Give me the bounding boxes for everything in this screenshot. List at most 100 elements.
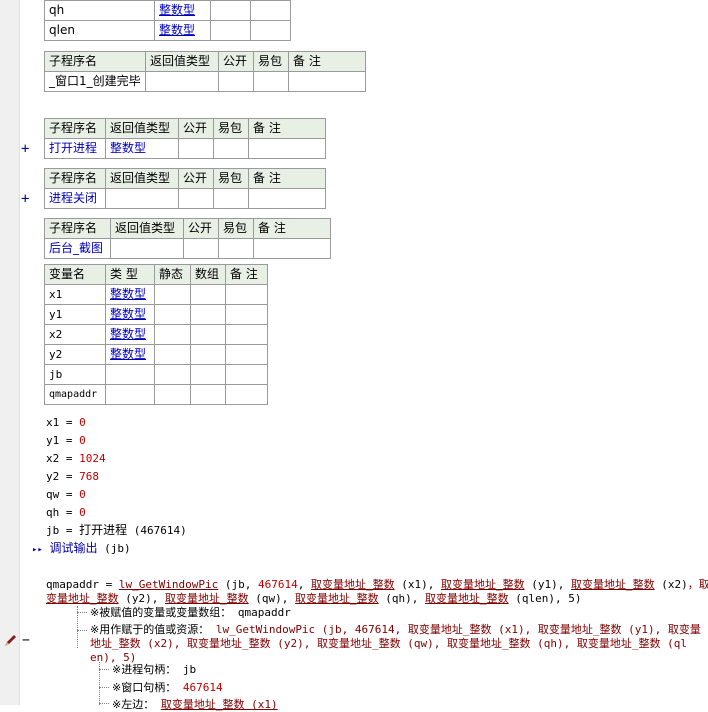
tree-line [77,630,87,631]
var-cell[interactable] [250,20,291,41]
code-args: (y2) [118,592,152,605]
sub-cell[interactable] [288,71,366,92]
hdr-ret-type: 返回值类型 [145,51,219,72]
hdr-array: 数组 [190,264,226,285]
var-cell[interactable] [250,0,291,21]
sub-ret-cell[interactable]: 整数型 [105,138,179,159]
sub-cell[interactable] [213,188,249,209]
var-name-cell[interactable]: x1 [44,284,106,305]
code-line[interactable]: x1 = 0 [46,415,86,430]
expand-toggle[interactable]: + [21,191,29,207]
pencil-icon[interactable] [3,634,18,648]
var-type-cell[interactable]: 整数型 [154,0,211,21]
sub-ret-cell[interactable] [105,188,179,209]
code-line[interactable]: qh = 0 [46,505,86,520]
sub-ret-cell[interactable] [145,71,219,92]
sub-cell[interactable] [178,138,214,159]
sub-name-cell[interactable]: 打开进程 [44,138,106,159]
sub-cell[interactable] [253,71,289,92]
var-cell[interactable] [190,364,226,385]
code-number: 467614 [257,578,298,591]
code-line[interactable]: x2 = 1024 [46,451,106,466]
code-var: y2 [46,470,60,483]
var-name-cell[interactable]: qmapaddr [44,384,106,405]
var-cell[interactable] [154,344,191,365]
sub-cell[interactable] [178,188,214,209]
sub-name-cell[interactable]: _窗口1_创建完毕 [44,71,146,92]
code-line[interactable]: qw = 0 [46,487,86,502]
var-type-cell[interactable]: 整数型 [154,20,211,41]
var-name-cell[interactable]: jb [44,364,106,385]
sub-name-cell[interactable]: 进程关闭 [44,188,106,209]
var-cell[interactable] [225,344,268,365]
var-cell[interactable] [225,324,268,345]
var-cell[interactable] [154,384,191,405]
hdr-note: 备 注 [248,168,326,189]
hdr-easy: 易包 [253,51,289,72]
var-cell[interactable] [154,364,191,385]
code-line[interactable]: 变量地址_整数 (y2), 取变量地址_整数 (qw), 取变量地址_整数 (q… [46,591,581,606]
sub-table-3: 子程序名 返回值类型 公开 易包 备 注 进程关闭 [44,168,326,209]
hdr-static: 静态 [154,264,191,285]
sub-ret-cell[interactable] [110,238,184,259]
var-type-cell[interactable]: 整数型 [105,304,155,325]
sub-name-cell[interactable]: 后台_截图 [44,238,111,259]
code-line[interactable]: ▸▸ 调试输出 (jb) [32,541,131,558]
code-op: = [59,488,80,501]
expand-toggle[interactable]: + [21,141,29,157]
param-node[interactable]: ※用作赋于的值或资源： lw_GetWindowPic (jb, 467614,… [90,622,701,637]
var-cell[interactable] [190,304,226,325]
hdr-easy: 易包 [218,218,254,239]
breakpoint-arrow-icon[interactable]: ▸▸ [32,545,43,555]
var-type-cell[interactable]: 整数型 [105,284,155,305]
var-cell[interactable] [225,284,268,305]
var-cell[interactable] [210,20,251,41]
var-cell[interactable] [154,284,191,305]
code-sep: ，取 [687,578,708,591]
code-line[interactable]: jb = 打开进程 (467614) [46,523,187,538]
var-cell[interactable] [190,384,226,405]
code-sep: , [557,578,571,591]
local-var-table: 变量名 类 型 静态 数组 备 注 x1 整数型 y1 整数型 x2 整数型 y2 整数… [44,264,268,405]
param-node[interactable]: ※进程句柄： jb [112,662,196,677]
var-cell[interactable] [210,0,251,21]
var-type-cell[interactable]: 整数型 [105,324,155,345]
code-line[interactable]: qmapaddr = lw_GetWindowPic (jb, 467614, … [46,577,708,592]
sub-cell[interactable] [248,138,326,159]
code-args: (qlen) [508,592,555,605]
var-cell[interactable] [190,284,226,305]
var-cell[interactable] [154,304,191,325]
sub-cell[interactable] [218,71,254,92]
sub-cell[interactable] [248,188,326,209]
sub-cell[interactable] [253,238,331,259]
var-name-cell[interactable]: x2 [44,324,106,345]
var-type-cell[interactable] [105,384,155,405]
code-number: 1024 [79,452,106,465]
code-op: = [59,506,80,519]
var-cell[interactable] [225,384,268,405]
code-line[interactable]: y2 = 768 [46,469,99,484]
code-sep: , [427,578,441,591]
var-name-cell[interactable]: y1 [44,304,106,325]
var-cell[interactable] [154,324,191,345]
var-cell[interactable] [225,304,268,325]
code-var: qw [46,488,60,501]
var-name-cell[interactable]: qh [44,0,155,21]
var-cell[interactable] [190,344,226,365]
code-line[interactable]: y1 = 0 [46,433,86,448]
var-name-cell[interactable]: y2 [44,344,106,365]
sub-cell[interactable] [213,138,249,159]
code-function: 取变量地址_整数 [310,578,395,591]
param-node[interactable]: ※被赋值的变量或变量数组： qmapaddr [90,605,291,620]
var-cell[interactable] [190,324,226,345]
var-cell[interactable] [225,364,268,385]
var-type-cell[interactable]: 整数型 [105,344,155,365]
collapse-toggle[interactable]: − [22,633,30,648]
var-name-cell[interactable]: qlen [44,20,155,41]
sub-cell[interactable] [183,238,219,259]
code-function: 取变量地址_整数 [570,578,655,591]
code-op: = [59,434,80,447]
sub-cell[interactable] [218,238,254,259]
param-node[interactable]: ※窗口句柄： 467614 [112,680,223,695]
var-type-cell[interactable] [105,364,155,385]
